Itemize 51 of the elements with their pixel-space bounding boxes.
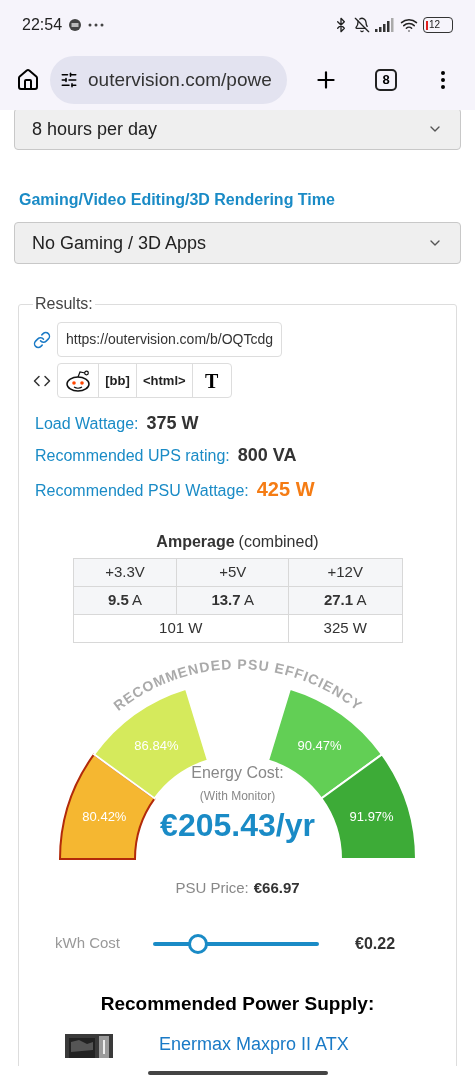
rail-amps: 27.1 A [288, 586, 402, 615]
site-settings-icon [60, 71, 78, 89]
stat-label: Recommended PSU Wattage: [35, 481, 249, 501]
rail-voltage: +12V [288, 558, 402, 587]
results-legend: Results: [33, 292, 95, 316]
efficiency-label: 91.97% [349, 808, 394, 824]
stat-value: 375 W [146, 412, 199, 435]
stat-label: Load Wattage: [35, 414, 139, 434]
clock-time: 22:54 [22, 15, 63, 35]
alien-icon [64, 368, 92, 393]
amperage-subtitle: (combined) [238, 532, 319, 552]
slider-label: kWh Cost [55, 933, 121, 954]
share-url-field[interactable]: https://outervision.com/b/OQTcdg [57, 322, 282, 357]
energy-cost-value: €205.43/yr [160, 806, 315, 845]
field-label: Gaming/Video Editing/3D Rendering Time [19, 190, 336, 210]
rail-watts: 101 W [73, 614, 289, 643]
psu-price-label: PSU Price: [175, 878, 249, 898]
code-share-button[interactable]: <html> [137, 364, 193, 397]
section-heading: Recommended Power Supply: [99, 991, 376, 1016]
rail-voltage: +3.3V [73, 558, 177, 587]
stat-value: 800 VA [237, 444, 297, 467]
bell-off-icon [354, 17, 370, 33]
product-link[interactable]: Enermax Maxpro II ATX [159, 1030, 349, 1058]
energy-cost-label: Energy Cost: [191, 763, 284, 783]
efficiency-label: 86.84% [133, 737, 178, 753]
rail-amps: 9.5 A [73, 586, 177, 615]
efficiency-label: 90.47% [297, 737, 342, 753]
psu-price-value: €66.97 [253, 878, 300, 898]
home-icon[interactable] [16, 68, 40, 92]
text-share-button[interactable]: T [192, 364, 231, 397]
notification-icon [68, 18, 83, 32]
code-share-button[interactable]: [bb] [99, 364, 137, 397]
usage-select[interactable]: 8 hours per day [14, 110, 461, 150]
address-bar[interactable]: outervision.com/powe [50, 56, 287, 104]
energy-cost-note: (With Monitor) [199, 788, 276, 805]
stat-value: 425 W [256, 477, 315, 502]
link-icon [33, 330, 51, 349]
slider-thumb[interactable] [187, 933, 208, 954]
rail-watts: 325 W [288, 614, 402, 643]
rail-amps: 13.7 A [176, 586, 289, 615]
stat-label: Recommended UPS rating: [35, 446, 230, 466]
more-dots-icon [88, 23, 105, 27]
efficiency-label: 80.42% [81, 808, 126, 824]
gaming-select[interactable]: No Gaming / 3D Apps [14, 222, 461, 264]
rail-voltage: +5V [176, 558, 289, 587]
signal-icon [375, 18, 395, 32]
battery-icon: 12 [423, 17, 453, 33]
tab-count-button[interactable]: 8 [375, 69, 397, 91]
amperage-title: Amperage [156, 532, 235, 552]
kwh-cost-value: €0.22 [355, 933, 396, 954]
wifi-icon [400, 16, 418, 34]
